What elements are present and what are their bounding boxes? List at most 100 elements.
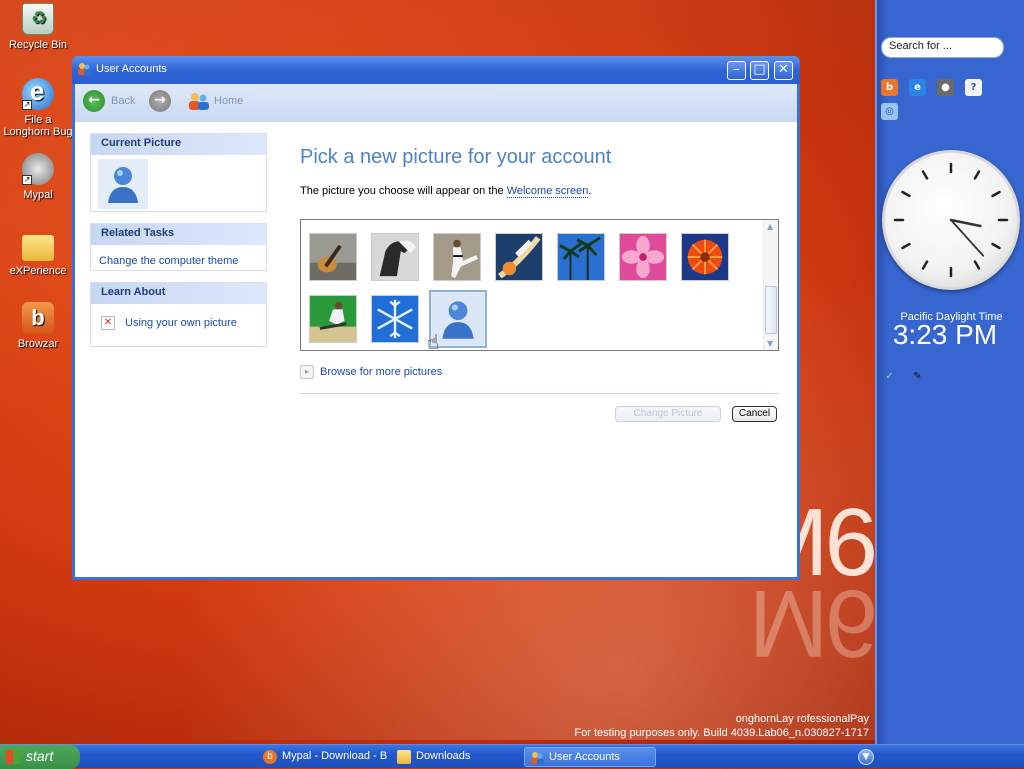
sidebar-toggle-chevron-icon[interactable]: ▼	[858, 749, 874, 765]
user-accounts-window: User Accounts – □ ✕ ← Back → Home Curren…	[72, 56, 800, 580]
picture-horse[interactable]	[371, 233, 419, 281]
page-title: Pick a new picture for your account	[300, 146, 612, 168]
home-label[interactable]: Home	[214, 95, 243, 107]
forward-button[interactable]: →	[149, 90, 171, 112]
clock-tick	[901, 242, 911, 250]
desktop-icon-mypal[interactable]: ↗ Mypal	[0, 153, 76, 201]
clock-face-icon	[893, 162, 1009, 278]
desktop-icon-label: Recycle Bin	[8, 39, 68, 51]
change-picture-button[interactable]: Change Picture	[615, 406, 721, 422]
clock-tick	[973, 260, 981, 270]
desktop-icon-label: eXPerience	[9, 265, 67, 277]
clock-digital-time: 3:23 PM	[892, 319, 998, 350]
related-tasks-panel: Related Tasks Change the computer theme	[90, 223, 267, 271]
picture-pink-flower[interactable]	[619, 233, 667, 281]
browse-more-pictures[interactable]: ▸ Browse for more pictures	[300, 365, 442, 379]
folder-icon	[397, 750, 411, 764]
picture-space-shuttle[interactable]	[495, 233, 543, 281]
sidebar-tile-row-2: ◎	[881, 103, 898, 120]
description-period: .	[588, 185, 592, 197]
welcome-screen-link[interactable]: Welcome screen	[506, 185, 589, 198]
start-button[interactable]: start	[0, 745, 80, 769]
browse-more-pictures-link[interactable]: Browse for more pictures	[320, 366, 442, 378]
help-tile-icon[interactable]: ?	[965, 79, 982, 96]
tools-tile-icon[interactable]: ✎	[909, 368, 926, 385]
mypal-tile-icon[interactable]: ●	[937, 79, 954, 96]
mypal-icon: ↗	[22, 153, 54, 185]
picture-palm-trees[interactable]	[557, 233, 605, 281]
sidebar-tile-row-3: ✓ ✎	[881, 368, 926, 385]
cancel-button[interactable]: Cancel	[732, 406, 777, 422]
taskbar-button-downloads[interactable]: Downloads	[392, 747, 518, 767]
picture-snowflake[interactable]	[371, 295, 419, 343]
user-accounts-icon	[78, 63, 91, 75]
window-title: User Accounts	[96, 63, 167, 75]
learn-about-panel: Learn About ✕ Using your own picture	[90, 282, 267, 347]
scroll-up-icon[interactable]: ▲	[767, 222, 773, 231]
picture-skateboarder[interactable]	[309, 295, 357, 343]
picture-list: ☝ ▲ ▼	[300, 219, 779, 354]
current-picture-panel: Current Picture	[90, 133, 267, 212]
desktop-icon-label: File a Longhorn Bug	[3, 114, 73, 138]
internet-explorer-icon: ↗	[22, 76, 54, 110]
sidebar-tile-row: b e ● ?	[881, 79, 982, 96]
browzar-tile-icon[interactable]: b	[881, 79, 898, 96]
picture-guitar[interactable]	[309, 233, 357, 281]
sidebar: Search for ... b e ● ? ◎ Pacific Dayligh…	[875, 0, 1024, 744]
home-icon[interactable]	[188, 91, 210, 111]
back-label[interactable]: Back	[111, 95, 135, 107]
build-watermark-line1: onghornLay rofessionalPay	[735, 713, 869, 725]
shortcut-arrow-icon: ↗	[22, 175, 32, 185]
settings-tile-icon[interactable]: ◎	[881, 103, 898, 120]
build-watermark-line2: For testing purposes only. Build 4039.La…	[574, 727, 869, 739]
learn-about-heading: Learn About	[91, 283, 266, 304]
minimize-button[interactable]: –	[727, 61, 746, 80]
clock-tick	[991, 190, 1001, 198]
folder-icon	[22, 235, 54, 261]
windows-flag-icon	[6, 750, 20, 764]
page-description: The picture you choose will appear on th…	[300, 185, 592, 198]
recycle-bin-icon	[22, 3, 54, 35]
browse-icon: ▸	[300, 365, 314, 379]
clock-tick	[901, 190, 911, 198]
desktop-icon-experience[interactable]: eXPerience	[0, 229, 76, 277]
hand-cursor-icon: ☝	[427, 330, 440, 354]
start-label: start	[26, 748, 54, 764]
desktop-icon-recycle-bin[interactable]: Recycle Bin	[0, 3, 76, 51]
shortcut-arrow-icon: ↗	[22, 100, 32, 110]
msn-user-icon	[432, 293, 484, 345]
maximize-button[interactable]: □	[750, 61, 769, 80]
desktop-icon-label: Mypal	[23, 189, 53, 201]
window-toolbar: ← Back → Home	[75, 84, 797, 122]
scroll-thumb[interactable]	[765, 286, 777, 334]
taskbar-button-label: User Accounts	[549, 751, 620, 763]
clock-tick	[973, 170, 981, 180]
using-own-picture-link[interactable]: Using your own picture	[125, 317, 237, 329]
taskbar-button-label: Mypal - Download - B	[282, 750, 388, 762]
back-button[interactable]: ←	[83, 90, 105, 112]
picture-orange-flower[interactable]	[681, 233, 729, 281]
desktop-icon-browzar[interactable]: b Browzar	[0, 302, 76, 350]
scroll-down-icon[interactable]: ▼	[767, 339, 773, 348]
desktop-icon-label: Browzar	[17, 338, 59, 350]
change-computer-theme-link[interactable]: Change the computer theme	[99, 255, 238, 267]
browzar-icon: b	[263, 750, 277, 764]
picture-karate[interactable]	[433, 233, 481, 281]
current-picture-heading: Current Picture	[91, 134, 266, 155]
taskbar-button-user-accounts[interactable]: User Accounts	[524, 747, 656, 767]
clock-tick	[921, 170, 929, 180]
picture-list-scrollbar[interactable]: ▲ ▼	[763, 220, 778, 350]
arrow-left-icon: ←	[88, 92, 100, 108]
analog-clock	[882, 150, 1020, 290]
internet-explorer-tile-icon[interactable]: e	[909, 79, 926, 96]
desktop-icon-file-bug[interactable]: ↗ File a Longhorn Bug	[0, 76, 76, 138]
network-tile-icon[interactable]: ✓	[881, 368, 898, 385]
window-titlebar[interactable]: User Accounts – □ ✕	[72, 56, 800, 84]
sidebar-search-input[interactable]: Search for ...	[881, 37, 1004, 58]
taskbar: start b Mypal - Download - B Downloads U…	[0, 744, 1024, 769]
current-avatar-msn-user-icon	[98, 159, 148, 209]
close-button[interactable]: ✕	[774, 61, 793, 80]
taskbar-button-mypal[interactable]: b Mypal - Download - B	[258, 747, 392, 767]
arrow-right-icon: →	[154, 92, 166, 108]
content-divider	[300, 393, 779, 394]
